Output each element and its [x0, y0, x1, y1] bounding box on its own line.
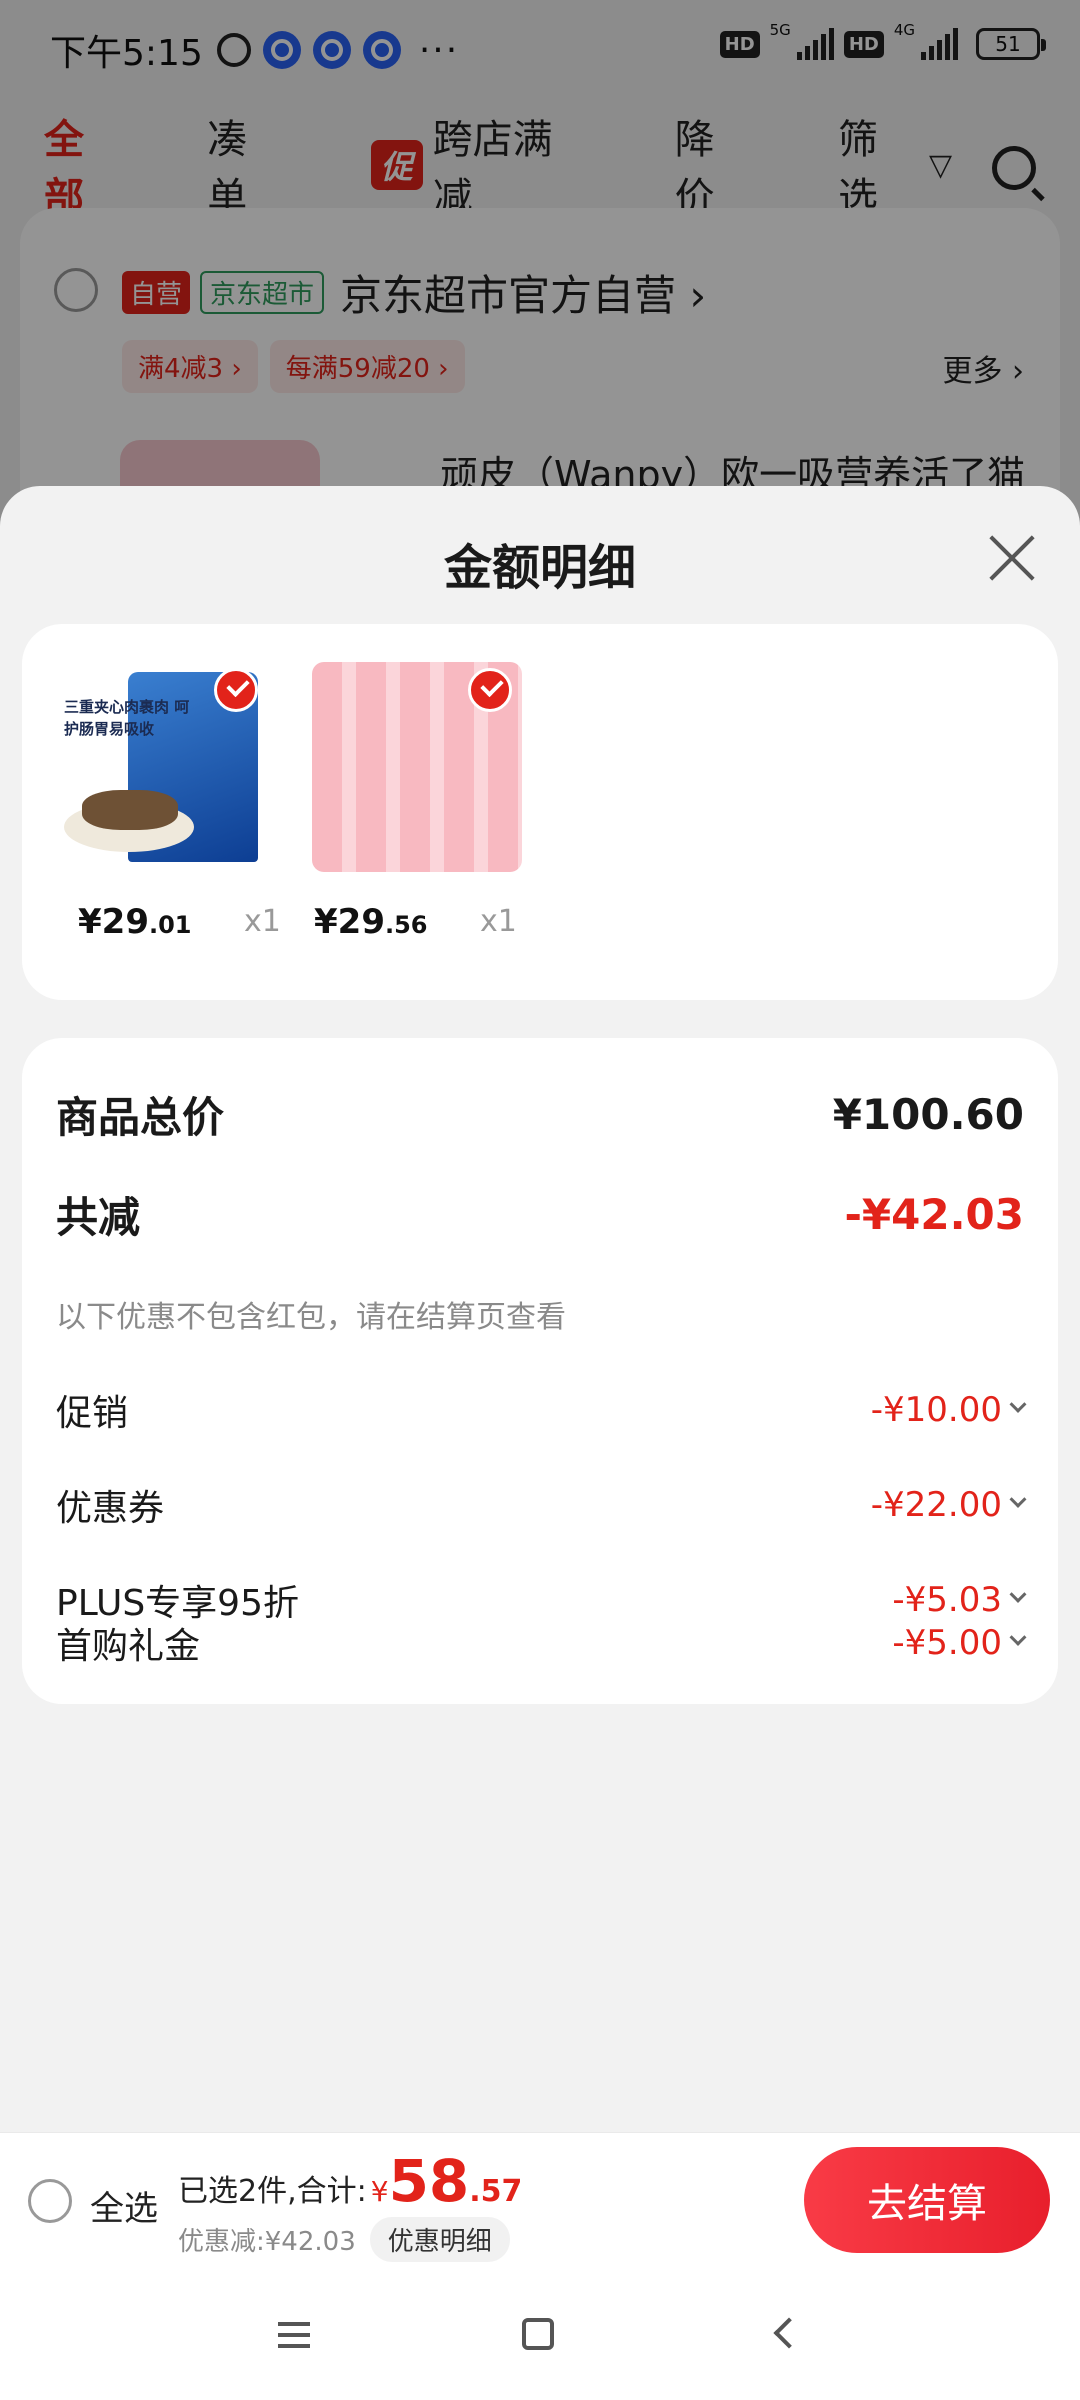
chevron-down-icon: [1009, 1585, 1027, 1603]
total-amount-decimal: .57: [469, 2174, 523, 2209]
select-all-label[interactable]: 全选: [90, 2181, 158, 2230]
discount-value: -¥22.00: [871, 1485, 1027, 1525]
chevron-down-icon: [1009, 1628, 1027, 1646]
product-quantity: x1: [480, 904, 517, 939]
discount-value: -¥10.00: [871, 1390, 1027, 1430]
total-price-label: 商品总价: [56, 1093, 225, 1142]
checked-icon: [214, 668, 258, 712]
total-reduction-row: 共减 -¥42.03: [56, 1184, 1024, 1245]
product-image: [312, 662, 522, 872]
product-item[interactable]: [312, 662, 532, 872]
sheet-title: 金额明细: [443, 540, 636, 596]
discount-label: 首购礼金: [56, 1626, 201, 1667]
close-icon[interactable]: [988, 534, 1036, 582]
home-icon[interactable]: [522, 2318, 554, 2350]
total-amount-integer: 58: [388, 2147, 470, 2215]
discount-detail-button[interactable]: 优惠明细: [369, 2217, 510, 2262]
product-quantity: x1: [244, 904, 281, 939]
product-image: 三重夹心肉裹肉 呵护肠胃易吸收: [58, 662, 268, 872]
discount-row-first-purchase[interactable]: 首购礼金 -¥5.00: [56, 1617, 1027, 1669]
discount-row-coupon[interactable]: 优惠券 -¥22.00: [56, 1479, 1027, 1531]
selected-items-card: 三重夹心肉裹肉 呵护肠胃易吸收 ¥29.01 x1 ¥29.56 x1: [22, 624, 1058, 1000]
discount-row-promotion[interactable]: 促销 -¥10.00: [56, 1384, 1027, 1436]
selected-summary: 已选2件,合计: ¥ 58 .57: [178, 2151, 522, 2211]
select-all-radio[interactable]: [28, 2179, 72, 2223]
discount-value: -¥5.03: [892, 1580, 1027, 1620]
total-reduction-label: 共减: [56, 1193, 141, 1242]
product-item[interactable]: 三重夹心肉裹肉 呵护肠胃易吸收: [58, 662, 278, 872]
discount-value: -¥5.00: [892, 1623, 1027, 1663]
checked-icon: [468, 668, 512, 712]
total-price-value: ¥100.60: [832, 1090, 1024, 1139]
back-icon[interactable]: [773, 2317, 805, 2349]
discount-summary: 优惠减:¥42.03 优惠明细: [178, 2217, 510, 2262]
product-price: ¥29.56: [314, 902, 428, 942]
amount-detail-sheet: 金额明细 三重夹心肉裹肉 呵护肠胃易吸收 ¥29.01 x1 ¥29.56 x1…: [0, 486, 1080, 2400]
currency-symbol: ¥: [370, 2175, 389, 2208]
checkout-button[interactable]: 去结算: [804, 2147, 1050, 2253]
menu-icon[interactable]: [278, 2322, 310, 2348]
discount-label: 促销: [56, 1393, 129, 1434]
price-breakdown-card: 商品总价 ¥100.60 共减 -¥42.03 以下优惠不包含红包，请在结算页查…: [22, 1038, 1058, 1704]
discount-amount-text: 优惠减:¥42.03: [178, 2227, 356, 2257]
discount-hint: 以下优惠不包含红包，请在结算页查看: [56, 1300, 566, 1335]
selected-count-text: 已选2件,合计:: [178, 2174, 367, 2209]
chevron-down-icon: [1009, 1395, 1027, 1413]
total-reduction-value: -¥42.03: [844, 1190, 1024, 1239]
discount-label: 优惠券: [56, 1488, 165, 1529]
product-price: ¥29.01: [78, 902, 192, 942]
system-nav-bar: [0, 2268, 1080, 2400]
checkout-bar: 全选 已选2件,合计: ¥ 58 .57 优惠减:¥42.03 优惠明细 去结算: [0, 2132, 1080, 2268]
total-price-row: 商品总价 ¥100.60: [56, 1084, 1024, 1145]
product-image-text: 三重夹心肉裹肉 呵护肠胃易吸收: [64, 698, 190, 738]
chevron-down-icon: [1009, 1490, 1027, 1508]
